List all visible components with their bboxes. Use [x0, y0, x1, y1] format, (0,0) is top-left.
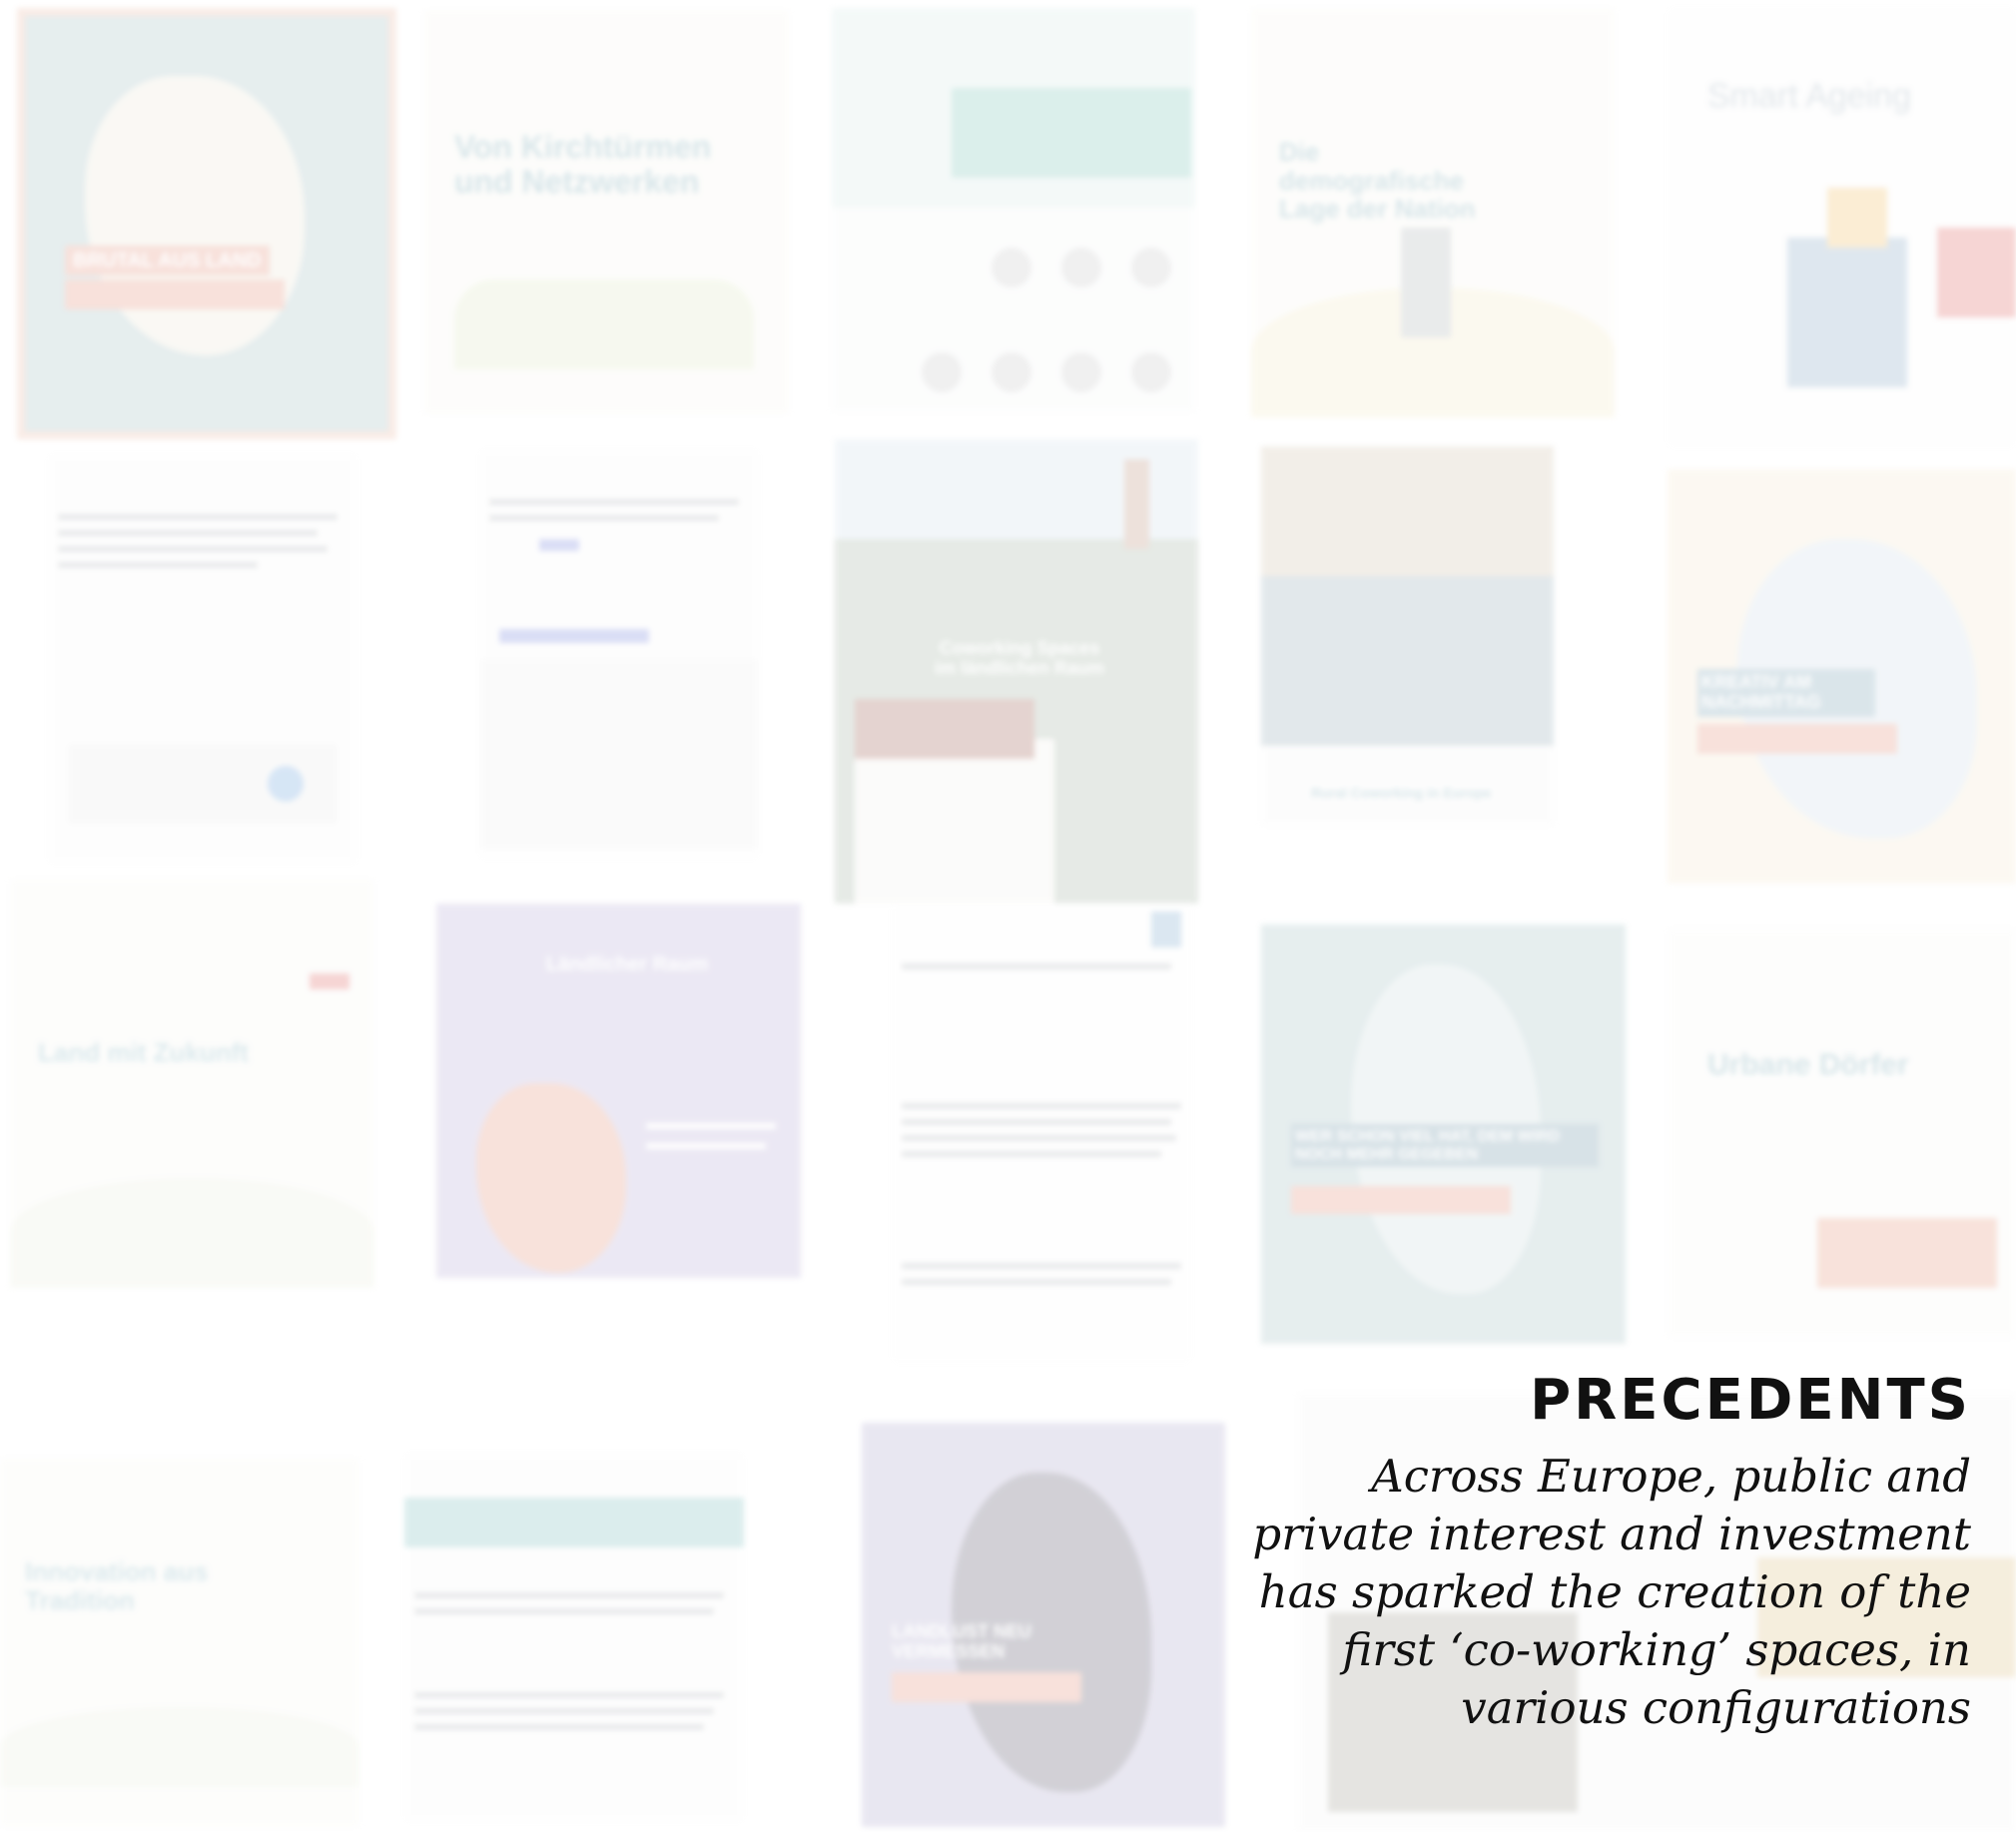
- cover-tile-land-mit-zukunft: Land mit Zukunft: [10, 879, 374, 1288]
- cover-tile-kreativ-map: KREATIV AM NACHMITTAG: [1668, 469, 2016, 884]
- tile-headline: Von Kirchtürmen und Netzwerken: [454, 129, 712, 201]
- tile-headline: Coworking Spaces im ländlichen Raum: [934, 638, 1105, 678]
- page-title: PRECEDENTS: [1530, 1368, 1971, 1433]
- cover-tile-germany-map-teal: BRUTAL AUS LAND: [17, 8, 396, 439]
- cover-tile-rural-coworking-europe: Rural Coworking in Europe: [1261, 446, 1554, 826]
- website-tile-article: [48, 454, 357, 864]
- cover-tile-landlust-neu-vermessen: LANDLUST NEU VERMESSEN: [862, 1423, 1225, 1827]
- tile-headline: Rural Coworking in Europe: [1311, 785, 1492, 801]
- cover-tile-urbane-doerfer: Urbane Dörfer: [1668, 928, 2016, 1338]
- cover-tile-wer-schon-viel-hat: WER SCHON VIEL HAT, DEM WIRD NOCH MEHR G…: [1261, 924, 1626, 1344]
- tile-headline: LANDLUST NEU VERMESSEN: [892, 1621, 1031, 1661]
- website-tile-table: [479, 449, 759, 859]
- website-tile-document: [892, 904, 1191, 1363]
- tile-headline: Smart Ageing: [1707, 77, 1912, 115]
- tile-headline: WER SCHON VIEL HAT, DEM WIRD NOCH MEHR G…: [1291, 1124, 1599, 1168]
- tile-headline: Ländlicher Raum: [546, 953, 709, 975]
- tile-headline: Innovation aus Tradition: [25, 1556, 209, 1615]
- cover-tile-innovation-aus-tradition: Innovation aus Tradition: [0, 1458, 359, 1827]
- cover-tile-demografische-lage: Die demografische Lage der Nation: [1251, 8, 1615, 417]
- intro-paragraph: Across Europe, public and private intere…: [1252, 1450, 1971, 1734]
- cover-tile-smart-ageing: Smart Ageing: [1668, 8, 2016, 447]
- website-tile-news: [404, 1453, 744, 1822]
- website-tile-germany-map-lavender: Ländlicher Raum: [436, 904, 801, 1278]
- tile-headline: KREATIV AM NACHMITTAG: [1697, 669, 1875, 717]
- website-tile-coworking-grid: [832, 8, 1195, 412]
- tile-headline: Land mit Zukunft: [38, 1037, 249, 1067]
- cover-tile-church-village: Coworking Spaces im ländlichen Raum: [835, 439, 1198, 904]
- tile-headline: Die demografische Lage der Nation: [1279, 137, 1476, 225]
- tile-headline: Urbane Dörfer: [1707, 1048, 1909, 1081]
- cover-tile-kirchtuerme: Von Kirchtürmen und Netzwerken: [424, 10, 789, 414]
- tile-headline: BRUTAL AUS LAND: [65, 246, 270, 276]
